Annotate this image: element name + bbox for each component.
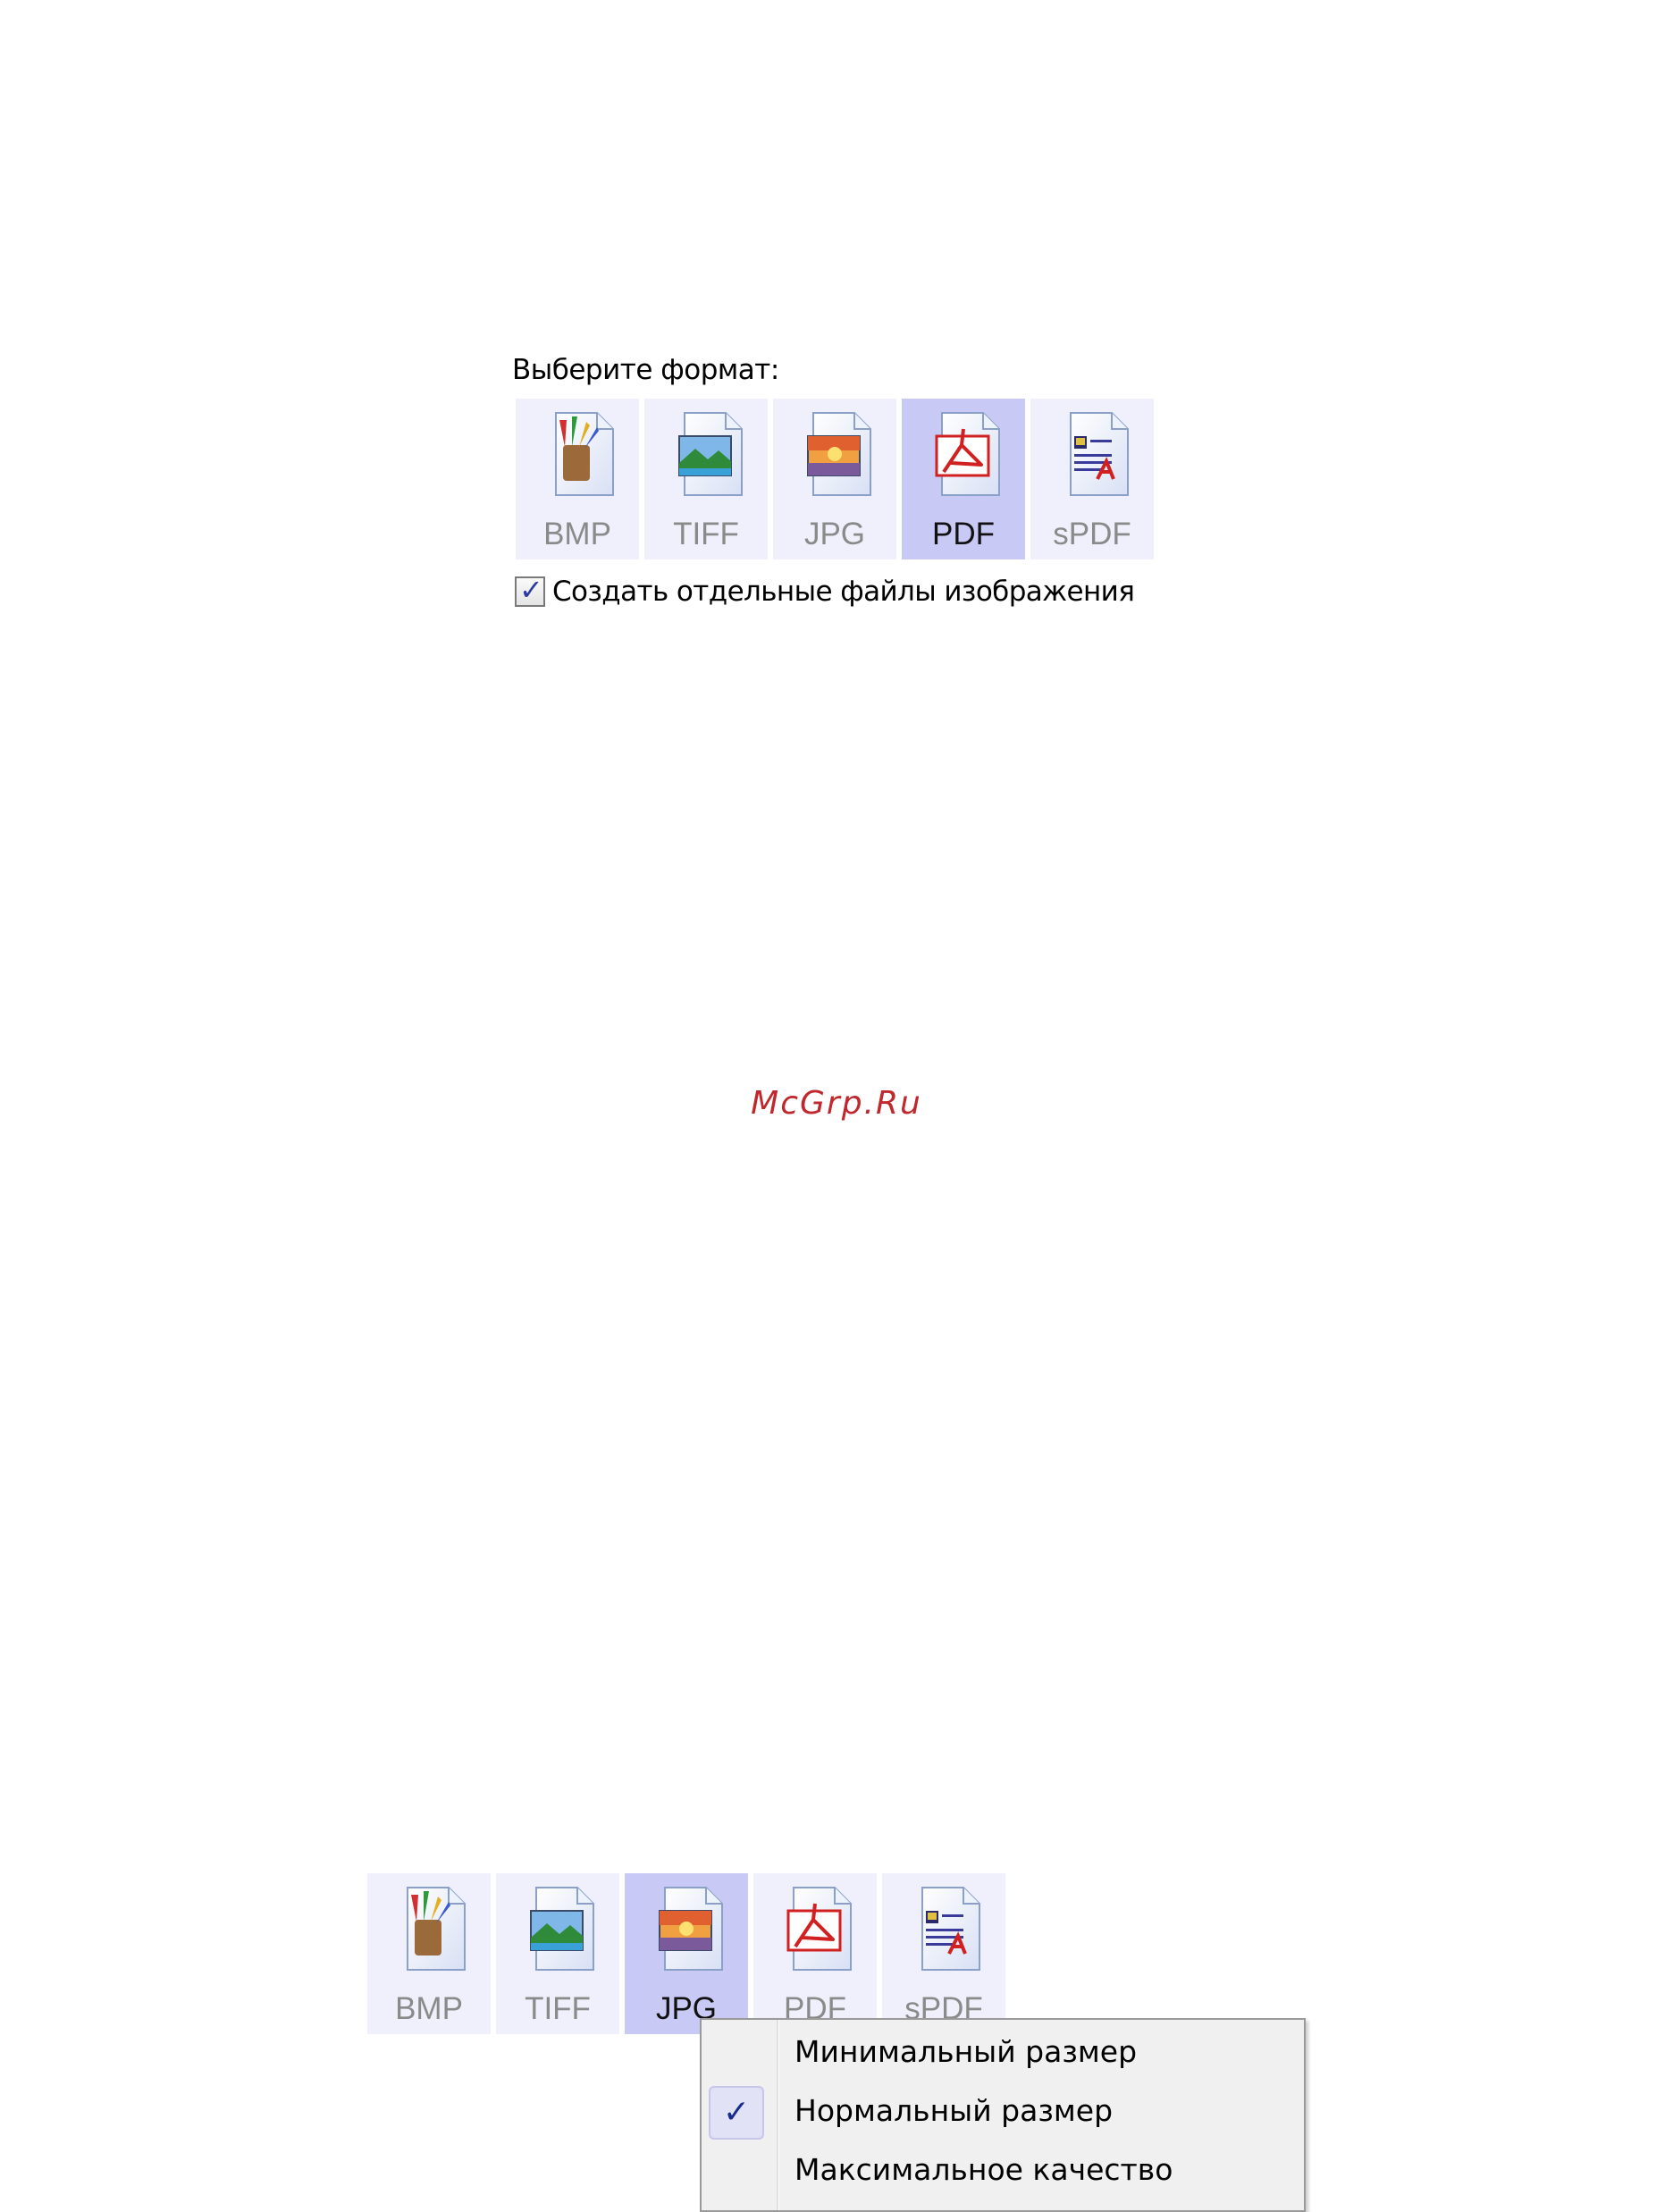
- watermark-text: McGrp.Ru: [751, 1085, 922, 1122]
- pdf-file-icon: [935, 412, 1000, 496]
- jpg-quality-context-menu: Минимальный размер ✓ Нормальный размер М…: [700, 2018, 1306, 2212]
- menu-item-normal-size[interactable]: ✓ Нормальный размер: [702, 2081, 1304, 2140]
- format-tile-row: BMP TIFF JPG PDF sPDF: [367, 1873, 1005, 2034]
- bmp-file-icon: [555, 412, 614, 496]
- spdf-file-icon: [1070, 412, 1129, 496]
- format-prompt: Выберите формат:: [512, 354, 779, 386]
- jpg-file-icon: [659, 1887, 723, 1971]
- separate-files-option[interactable]: ✓ Создать отдельные файлы изображения: [515, 573, 1135, 608]
- menu-item-label: Нормальный размер: [794, 2093, 1114, 2128]
- format-tile-spdf[interactable]: sPDF: [1030, 399, 1154, 559]
- format-tile-tiff[interactable]: TIFF: [644, 399, 768, 559]
- format-label: JPG: [803, 517, 866, 551]
- checkmark-icon: ✓: [709, 2086, 764, 2140]
- format-label: BMP: [543, 517, 611, 551]
- tiff-file-icon: [678, 412, 743, 496]
- separate-files-checkbox[interactable]: ✓: [515, 573, 545, 607]
- pdf-file-icon: [786, 1887, 852, 1971]
- menu-item-label: Минимальный размер: [794, 2034, 1138, 2069]
- format-tile-pdf[interactable]: PDF: [902, 399, 1025, 559]
- format-label: PDF: [932, 517, 995, 551]
- format-tile-jpg[interactable]: JPG: [625, 1873, 748, 2034]
- bmp-file-icon: [407, 1887, 466, 1971]
- menu-item-minimum-size[interactable]: Минимальный размер: [702, 2022, 1304, 2079]
- format-tile-pdf[interactable]: PDF: [753, 1873, 877, 2034]
- spdf-file-icon: [921, 1887, 980, 1971]
- format-label: TIFF: [673, 517, 739, 551]
- tiff-file-icon: [530, 1887, 594, 1971]
- menu-item-maximum-quality[interactable]: Максимальное качество: [702, 2140, 1304, 2197]
- format-tile-jpg[interactable]: JPG: [773, 399, 896, 559]
- format-tile-spdf[interactable]: sPDF: [882, 1873, 1005, 2034]
- checkbox-label: Создать отдельные файлы изображения: [552, 576, 1135, 608]
- format-label: BMP: [395, 1991, 463, 2026]
- checkmark-icon: ✓: [519, 573, 543, 607]
- format-label: TIFF: [525, 1991, 591, 2026]
- jpg-file-icon: [807, 412, 871, 496]
- format-label: sPDF: [1053, 517, 1131, 551]
- format-tile-tiff[interactable]: TIFF: [496, 1873, 619, 2034]
- format-tile-bmp[interactable]: BMP: [516, 399, 639, 559]
- format-tile-bmp[interactable]: BMP: [367, 1873, 491, 2034]
- menu-item-label: Максимальное качество: [794, 2152, 1173, 2187]
- format-tile-row: BMP TIFF JPG PDF sPDF: [516, 399, 1154, 559]
